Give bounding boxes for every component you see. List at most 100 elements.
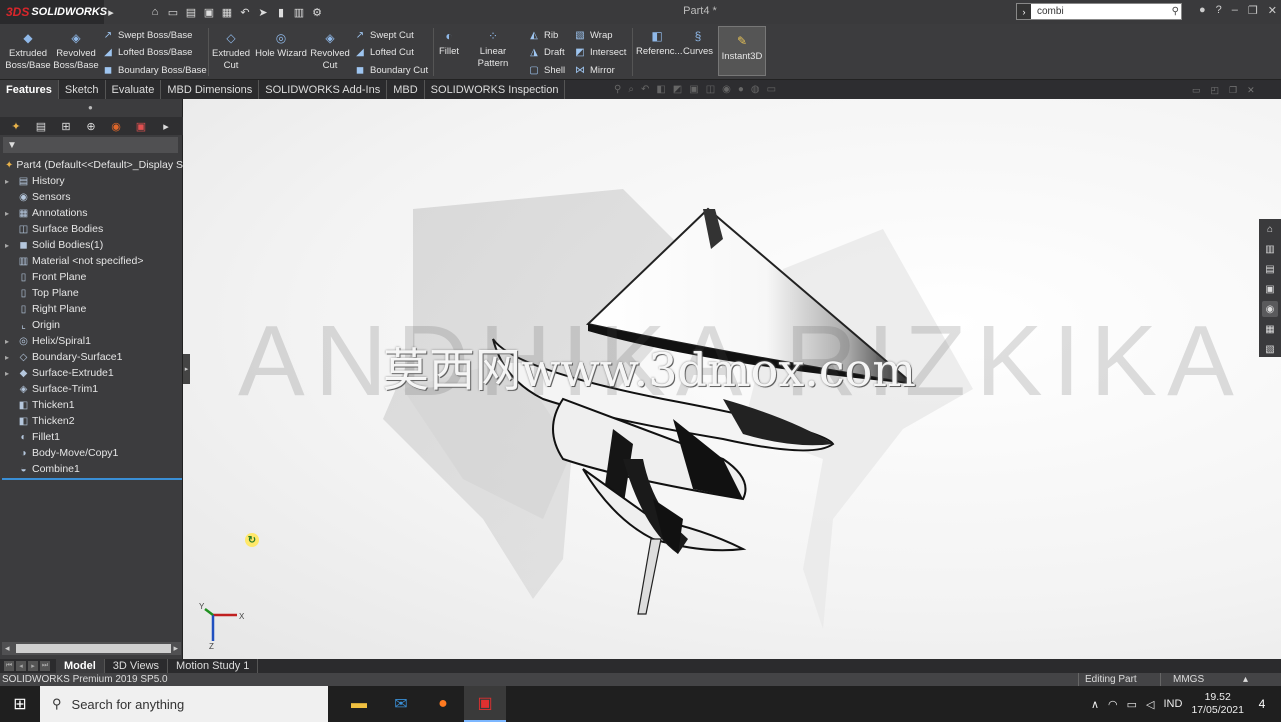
undo-icon[interactable]: ↶ (238, 5, 252, 19)
tree-item[interactable]: ◑ Body-Move/Copy1 (0, 445, 183, 461)
expand-arrow-icon[interactable]: ▸ (5, 209, 13, 218)
intersect-button[interactable]: ◩ Intersect (574, 46, 626, 58)
firefox-taskbar-icon[interactable]: ● (422, 686, 464, 722)
windows-start-icon[interactable]: ⊞ (0, 686, 40, 722)
tree-item[interactable]: ▥ Material <not specified> (0, 253, 183, 269)
tree-item[interactable]: ▯ Right Plane (0, 301, 183, 317)
mirror-button[interactable]: ⋈ Mirror (574, 64, 615, 76)
instant3d-button[interactable]: ✎ Instant3D (718, 26, 766, 76)
unit-dropdown-icon[interactable]: ▴ (1243, 674, 1248, 685)
shell-button[interactable]: ▢ Shell (528, 64, 565, 76)
close-icon[interactable]: ✕ (1268, 4, 1277, 17)
last-tab-icon[interactable]: ⏭ (40, 661, 50, 671)
cam-tab-icon[interactable]: ▣ (133, 119, 149, 133)
tree-item[interactable]: ▸ ◇ Boundary-Surface1 (0, 349, 183, 365)
extruded-cut-button[interactable]: ◇ Extruded Cut (210, 32, 252, 72)
tree-item[interactable]: ◫ Surface Bodies (0, 221, 183, 237)
expand-arrow-icon[interactable]: ▸ (5, 353, 13, 362)
graphics-area[interactable]: ANDHIKA RIZKIKA 莫西网www.3dmox.com ↻ X Y Z… (183, 99, 1281, 659)
section-view-icon[interactable]: ◧ (656, 84, 665, 95)
solidworks-forum-icon[interactable]: ▧ (1262, 341, 1278, 357)
expand-arrow-icon[interactable]: ▸ (5, 369, 13, 378)
tab-3d-views[interactable]: 3D Views (105, 659, 169, 673)
tree-item[interactable]: ⌞ Origin (0, 317, 183, 333)
tree-item[interactable]: ▸ ◎ Helix/Spiral1 (0, 333, 183, 349)
show-hidden-icons-icon[interactable]: ∧ (1091, 698, 1099, 711)
display-style-icon[interactable]: ◫ (706, 84, 715, 95)
clock[interactable]: 19.52 17/05/2021 (1191, 691, 1244, 717)
new-document-icon[interactable]: ▭ (166, 5, 180, 19)
battery-icon[interactable]: ▭ (1127, 698, 1137, 711)
revolved-cut-button[interactable]: ◈ Revolved Cut (310, 32, 350, 72)
lofted-cut-button[interactable]: ◢ Lofted Cut (354, 46, 414, 58)
expand-arrow-icon[interactable]: ▸ (5, 177, 13, 186)
collapse-handle-icon[interactable]: ● (88, 103, 93, 112)
search-input[interactable]: combi (1037, 6, 1064, 17)
panel-splitter[interactable]: ▸ (183, 354, 190, 384)
curves-button[interactable]: § Curves (682, 30, 714, 58)
solidworks-taskbar-icon[interactable]: ▣ (464, 686, 506, 722)
search-icon[interactable]: ⚲ (1172, 6, 1181, 17)
linear-pattern-button[interactable]: ⁘ Linear Pattern (464, 30, 522, 70)
save-icon[interactable]: ▣ (202, 5, 216, 19)
user-icon[interactable]: ● (1199, 4, 1206, 17)
mail-taskbar-icon[interactable]: ✉ (380, 686, 422, 722)
wrap-button[interactable]: ▧ Wrap (574, 29, 612, 41)
custom-properties-icon[interactable]: ▦ (1262, 321, 1278, 337)
zoom-to-area-icon[interactable]: ⌕ (628, 84, 634, 95)
tab-features[interactable]: Features (0, 80, 59, 99)
dimxpert-tab-icon[interactable]: ⊕ (83, 119, 99, 133)
notification-icon[interactable]: 4 (1253, 696, 1271, 712)
viewport-minimize-icon[interactable]: ▭ (1192, 85, 1201, 96)
unit-system[interactable]: MMGS ▴ (1160, 673, 1260, 686)
tree-item[interactable]: ▸ ▤ History (0, 173, 183, 189)
apply-scene-icon[interactable]: ◍ (751, 84, 760, 95)
tab-mbd-dimensions[interactable]: MBD Dimensions (161, 80, 260, 99)
tree-item[interactable]: ◈ Surface-Trim1 (0, 381, 183, 397)
extruded-boss-button[interactable]: ◆ Extruded Boss/Base (4, 32, 52, 72)
help-icon[interactable]: ? (1216, 4, 1222, 17)
revolved-boss-button[interactable]: ◈ Revolved Boss/Base (52, 32, 100, 72)
tab-mbd[interactable]: MBD (387, 80, 425, 99)
volume-icon[interactable]: ◁ (1146, 698, 1154, 711)
hide-show-items-icon[interactable]: ◉ (722, 84, 731, 95)
appearances-icon[interactable]: ◉ (1262, 301, 1278, 317)
network-icon[interactable]: ◠ (1108, 698, 1118, 711)
tree-item[interactable]: ◒ Combine1 (0, 461, 183, 477)
lofted-boss-button[interactable]: ◢ Lofted Boss/Base (102, 46, 192, 58)
tab-model[interactable]: Model (56, 659, 105, 673)
previous-view-icon[interactable]: ↶ (641, 84, 649, 95)
search-box[interactable]: › combi ⚲ (1016, 3, 1182, 20)
fillet-button[interactable]: ◐ Fillet (436, 30, 462, 58)
tree-item[interactable]: ▸ ▦ Annotations (0, 205, 183, 221)
expand-menu-icon[interactable]: ▸ (104, 5, 118, 19)
tree-item[interactable]: ▯ Top Plane (0, 285, 183, 301)
taskbar-search[interactable]: ⚲ Search for anything (40, 686, 328, 722)
rib-button[interactable]: ◭ Rib (528, 29, 558, 41)
expand-arrow-icon[interactable]: ▸ (5, 241, 13, 250)
more-tabs-icon[interactable]: ▸ (158, 119, 174, 133)
tree-item[interactable]: ▸ ◆ Surface-Extrude1 (0, 365, 183, 381)
property-manager-tab-icon[interactable]: ▤ (33, 119, 49, 133)
command-search-icon[interactable]: › (1017, 4, 1031, 19)
view-orientation-icon[interactable]: ▣ (689, 84, 698, 95)
tab-solidworks-inspection[interactable]: SOLIDWORKS Inspection (425, 80, 566, 99)
horizontal-scrollbar[interactable]: ◂ ▸ (2, 642, 181, 655)
boundary-cut-button[interactable]: ◼ Boundary Cut (354, 64, 428, 76)
file-properties-icon[interactable]: ▥ (292, 5, 306, 19)
file-explorer-taskbar-icon[interactable]: ▬ (338, 686, 380, 722)
hole-wizard-button[interactable]: ◎ Hole Wizard (254, 32, 308, 60)
edit-appearance-icon[interactable]: ● (738, 84, 744, 95)
file-explorer-icon[interactable]: ▣ (1262, 281, 1278, 297)
print-icon[interactable]: ▦ (220, 5, 234, 19)
tab-solidworks-add-ins[interactable]: SOLIDWORKS Add-Ins (259, 80, 388, 99)
first-tab-icon[interactable]: ⏮ (4, 661, 14, 671)
restore-icon[interactable]: ❐ (1248, 4, 1258, 17)
scroll-right-icon[interactable]: ▸ (173, 643, 178, 654)
tab-motion-study[interactable]: Motion Study 1 (168, 659, 259, 673)
tree-root-part[interactable]: ✦ Part4 (Default<<Default>_Display S (0, 157, 183, 173)
open-folder-icon[interactable]: ▤ (184, 5, 198, 19)
tree-item[interactable]: ◧ Thicken1 (0, 397, 183, 413)
tree-filter[interactable]: ▼ (3, 137, 178, 153)
display-manager-tab-icon[interactable]: ◉ (108, 119, 124, 133)
